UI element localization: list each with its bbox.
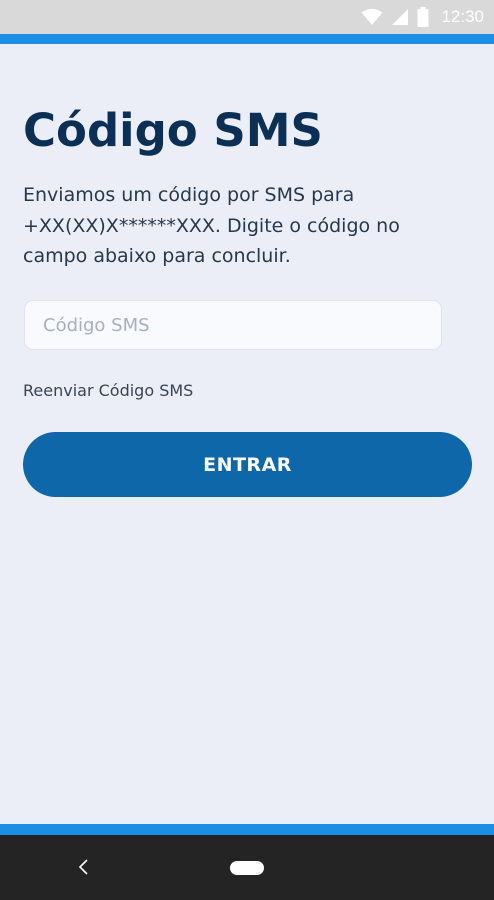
app-screen: 12:30 Código SMS Enviamos um código por … bbox=[0, 0, 494, 900]
bottom-accent-bar bbox=[0, 824, 494, 835]
sms-description: Enviamos um código por SMS para +XX(XX)X… bbox=[23, 184, 400, 267]
page-title: Código SMS bbox=[23, 104, 323, 157]
status-icons: 12:30 bbox=[361, 0, 484, 34]
wifi-icon bbox=[361, 8, 383, 26]
back-icon[interactable] bbox=[74, 857, 94, 877]
sms-code-input[interactable] bbox=[25, 301, 441, 349]
status-bar: 12:30 bbox=[0, 0, 494, 34]
resend-sms-link[interactable]: Reenviar Código SMS bbox=[23, 381, 193, 400]
sms-code-field bbox=[24, 300, 442, 350]
home-pill-icon[interactable] bbox=[230, 861, 264, 875]
status-time: 12:30 bbox=[441, 7, 484, 26]
top-accent-bar bbox=[0, 34, 494, 44]
navigation-bar bbox=[0, 835, 494, 900]
battery-icon bbox=[417, 7, 429, 27]
signal-icon bbox=[391, 8, 409, 26]
enter-button[interactable]: ENTRAR bbox=[23, 432, 472, 497]
